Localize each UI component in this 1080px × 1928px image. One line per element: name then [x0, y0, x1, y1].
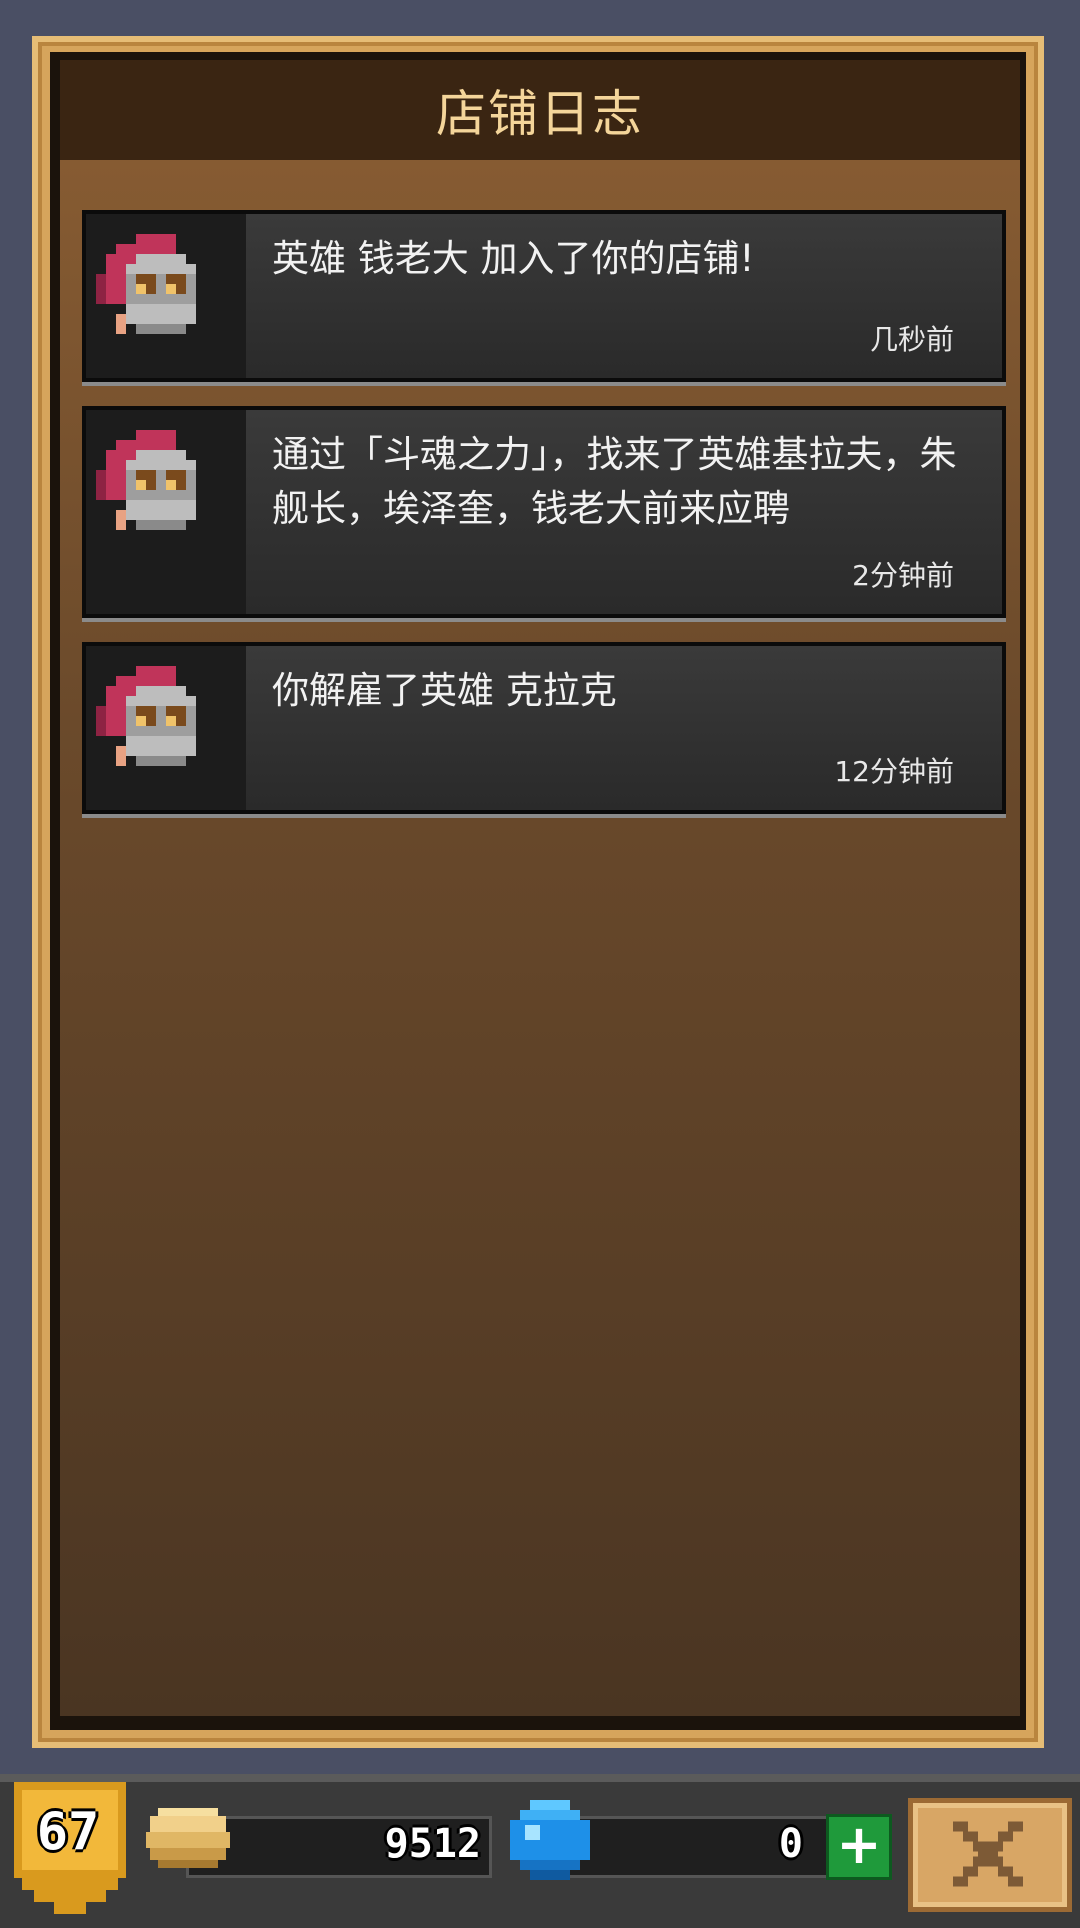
knight-helmet-icon [96, 666, 196, 766]
log-text-area: 通过「斗魂之力」，找来了英雄基拉夫，朱舰长，埃泽奎，钱老大前来应聘 2分钟前 [246, 410, 1002, 614]
log-entry: 通过「斗魂之力」，找来了英雄基拉夫，朱舰长，埃泽奎，钱老大前来应聘 2分钟前 [82, 406, 1006, 618]
close-button[interactable] [908, 1798, 1072, 1912]
gold-amount: 9512 [384, 1821, 481, 1867]
log-message: 你解雇了英雄 克拉克 [272, 669, 617, 712]
gem-amount: 0 [778, 1821, 803, 1867]
log-timestamp: 12分钟前 [834, 755, 954, 788]
log-text-area: 你解雇了英雄 克拉克 12分钟前 [246, 646, 1002, 810]
panel-header: 店铺日志 [60, 60, 1020, 160]
log-timestamp: 几秒前 [869, 323, 954, 356]
hero-avatar [86, 646, 246, 810]
log-entry: 英雄 钱老大 加入了你的店铺! 几秒前 [82, 210, 1006, 382]
gold-coin-icon [146, 1808, 230, 1868]
shop-log-panel: 店铺日志 英雄 钱老大 加入了你的店铺! 几秒前 通过「斗魂之力」，找来了英雄基… [60, 60, 1020, 1716]
log-message: 英雄 钱老大 加入了你的店铺! [272, 237, 755, 280]
log-text-area: 英雄 钱老大 加入了你的店铺! 几秒前 [246, 214, 1002, 378]
panel-title: 店铺日志 [436, 85, 644, 143]
player-level: 67 [36, 1802, 100, 1862]
gem-counter: 0 [560, 1816, 846, 1878]
hero-avatar [86, 214, 246, 378]
log-message: 通过「斗魂之力」，找来了英雄基拉夫，朱舰长，埃泽奎，钱老大前来应聘 [272, 433, 957, 530]
hero-avatar [86, 410, 246, 614]
knight-helmet-icon [96, 234, 196, 334]
gold-counter: 9512 [186, 1816, 492, 1878]
blue-gem-icon [510, 1800, 590, 1880]
knight-helmet-icon [96, 430, 196, 530]
log-timestamp: 2分钟前 [852, 559, 954, 592]
log-entry: 你解雇了英雄 克拉克 12分钟前 [82, 642, 1006, 814]
add-gems-button[interactable]: + [826, 1814, 892, 1880]
close-icon [953, 1821, 1023, 1887]
